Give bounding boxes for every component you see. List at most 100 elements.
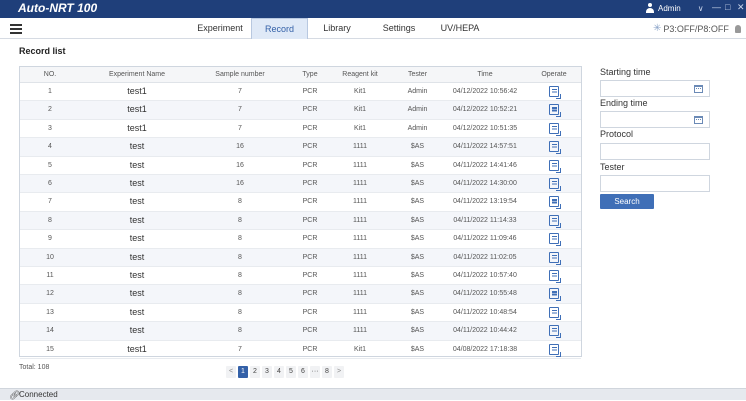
record-detail-icon[interactable] [549,196,561,210]
record-detail-icon[interactable] [549,288,561,302]
connection-status: Connected [19,390,58,399]
row-tester: $AS [410,290,425,298]
table-row[interactable]: 3 test1 7 PCR Kit1 Admin 04/12/2022 10:51:35 [20,120,581,139]
page-button[interactable]: 1 [238,366,248,378]
ending-time-field[interactable] [600,111,710,128]
row-reagent-kit: Kit1 [353,88,367,95]
row-sample-number: 7 [238,124,242,132]
row-tester: $AS [410,345,425,353]
row-reagent-kit: 1111 [352,272,367,279]
table-row[interactable]: 8 test 8 PCR 1111 $AS 04/11/2022 11:14:33 [20,211,581,231]
close-icon[interactable]: ✕ [737,2,745,13]
row-experiment-name: test1 [127,86,147,96]
page-button[interactable]: 2 [250,366,260,378]
page-button[interactable]: 6 [298,366,308,378]
chevron-down-icon[interactable]: ∨ [698,4,704,13]
page-button[interactable]: 3 [262,366,272,378]
row-reagent-kit: 1111 [352,180,367,187]
row-no: 15 [46,345,54,353]
table-row[interactable]: 13 test 8 PCR 1111 $AS 04/11/2022 10:48:54 [20,304,581,323]
record-detail-icon[interactable] [549,141,561,155]
tester-field[interactable] [600,175,710,192]
table-row[interactable]: 15 test1 7 PCR Kit1 $AS 04/08/2022 17:18:38 [20,341,581,359]
row-tester: $AS [410,198,425,206]
record-detail-icon[interactable] [549,214,561,228]
row-tester: $AS [410,253,425,261]
tab-experiment[interactable]: Experiment [191,18,249,39]
table-row[interactable]: 14 test 8 PCR 1111 $AS 04/11/2022 10:44:42 [20,322,581,341]
user-menu[interactable]: Admin ∨ [645,3,704,13]
row-sample-number: 7 [238,106,242,114]
minimize-icon[interactable]: — [712,2,721,12]
table-row[interactable]: 5 test 16 PCR 1111 $AS 04/11/2022 14:41:46 [20,157,581,175]
row-experiment-name: test [129,288,145,299]
search-button[interactable]: Search [600,194,654,209]
column-header-type: Type [302,71,318,78]
bell-icon[interactable] [734,24,741,33]
record-detail-icon[interactable] [549,86,561,99]
table-row[interactable]: 11 test 8 PCR 1111 $AS 04/11/2022 10:57:40 [20,267,581,286]
calendar-icon[interactable] [694,116,703,124]
tab-settings[interactable]: Settings [372,18,426,39]
table-row[interactable]: 2 test1 7 PCR Kit1 Admin 04/12/2022 10:52:21 [20,101,581,120]
calendar-icon[interactable] [694,85,703,93]
table-row[interactable]: 6 test 16 PCR 1111 $AS 04/11/2022 14:30:00 [20,175,581,194]
row-sample-number: 8 [238,198,242,206]
starting-time-field[interactable] [600,80,710,97]
page-button[interactable]: 4 [274,366,284,378]
tab-record[interactable]: Record [251,18,308,39]
page-button[interactable]: 5 [286,366,296,378]
row-type: PCR [302,308,318,316]
row-tester: $AS [410,216,425,224]
record-detail-icon[interactable] [549,104,561,118]
record-detail-icon[interactable] [549,343,561,357]
row-experiment-name: test1 [127,104,147,115]
row-experiment-name: test [129,196,145,207]
row-sample-number: 7 [238,88,242,95]
row-sample-number: 16 [236,143,244,151]
row-sample-number: 16 [236,180,244,187]
table-row[interactable]: 12 test 8 PCR 1111 $AS 04/11/2022 10:55:48 [20,285,581,304]
row-experiment-name: test [129,178,145,188]
row-reagent-kit: 1111 [352,161,367,169]
prev-page-button[interactable]: < [226,366,236,378]
table-row[interactable]: 7 test 8 PCR 1111 $AS 04/11/2022 13:19:54 [20,193,581,212]
tab-library[interactable]: Library [312,18,362,39]
row-experiment-name: test [129,214,145,225]
record-detail-icon[interactable] [549,251,561,265]
table-row[interactable]: 1 test1 7 PCR Kit1 Admin 04/12/2022 10:56:42 [20,83,581,102]
row-experiment-name: test [129,270,145,280]
page-button[interactable]: 8 [322,366,332,378]
row-reagent-kit: 1111 [352,290,367,298]
column-header-time: Time [477,71,493,78]
record-detail-icon[interactable] [549,270,561,283]
table-row[interactable]: 9 test 8 PCR 1111 $AS 04/11/2022 11:09:46 [20,230,581,249]
tab-uv-hepa[interactable]: UV/HEPA [434,18,486,39]
row-experiment-name: test [129,159,145,170]
record-detail-icon[interactable] [549,306,561,320]
record-detail-icon[interactable] [549,178,561,191]
row-reagent-kit: 1111 [352,327,367,335]
maximize-icon[interactable]: □ [725,2,730,12]
record-detail-icon[interactable] [549,325,561,339]
record-detail-icon[interactable] [549,122,561,136]
hamburger-icon[interactable] [10,24,22,34]
page-button[interactable]: ··· [310,366,320,378]
protocol-field[interactable] [600,143,710,160]
row-time: 04/11/2022 10:48:54 [453,308,517,316]
row-tester: $AS [410,308,425,316]
column-header-no: NO. [43,71,57,78]
row-no: 14 [46,327,54,335]
row-type: PCR [302,124,318,132]
row-no: 3 [48,124,52,132]
table-row[interactable]: 10 test 8 PCR 1111 $AS 04/11/2022 11:02:05 [20,248,581,267]
user-name: Admin [658,3,681,13]
record-detail-icon[interactable] [549,233,561,247]
table-row[interactable]: 4 test 16 PCR 1111 $AS 04/11/2022 14:57:51 [20,138,581,157]
record-detail-icon[interactable] [549,159,561,173]
row-experiment-name: test [129,233,145,244]
row-time: 04/12/2022 10:56:42 [452,88,518,95]
row-type: PCR [302,216,318,224]
next-page-button[interactable]: > [334,366,344,378]
row-tester: $AS [410,143,425,151]
